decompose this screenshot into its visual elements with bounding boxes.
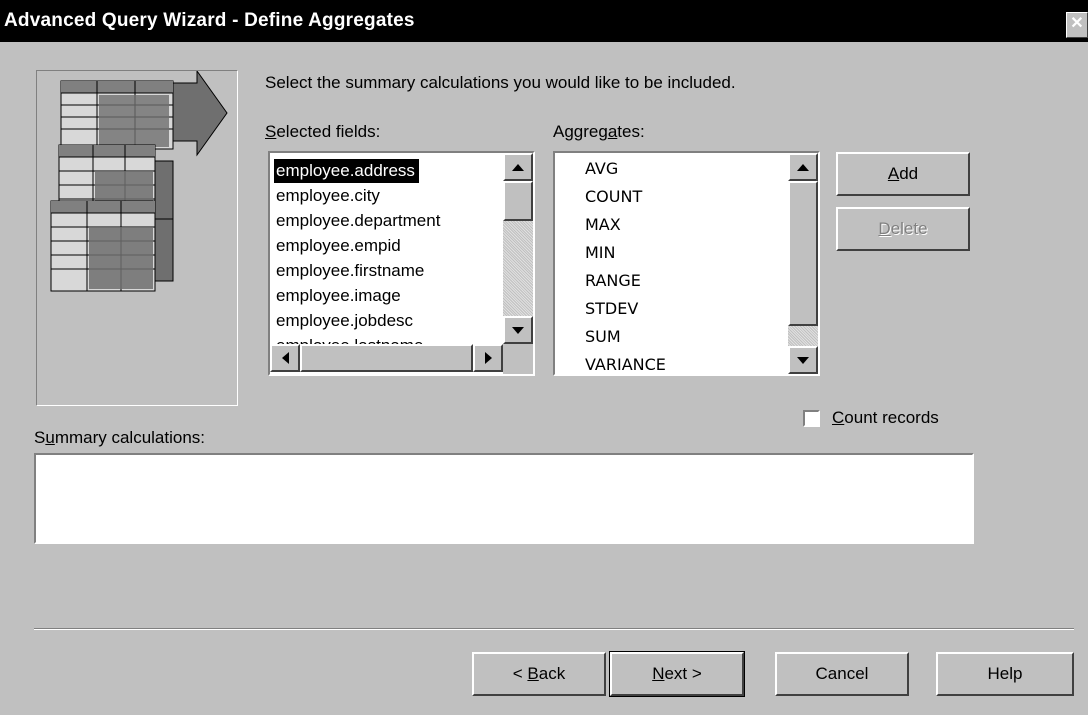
list-item[interactable]: employee.department [276,209,440,233]
list-item[interactable]: AVG [585,157,618,181]
arrow-down-icon [797,356,809,364]
title-bar: Advanced Query Wizard - Define Aggregate… [0,0,1088,42]
arrow-down-icon [512,326,524,334]
arrow-right-icon [484,352,492,364]
aggregates-label: Aggregates: [553,122,645,141]
separator [34,628,1074,630]
arrow-up-icon [512,163,524,171]
list-item[interactable]: RANGE [585,269,641,293]
count-records-label[interactable]: Count records [832,408,939,428]
list-item[interactable]: COUNT [585,185,642,209]
back-button[interactable]: < Back [472,652,606,696]
list-item[interactable]: employee.image [276,284,401,308]
list-item[interactable]: employee.jobdesc [276,309,413,333]
scroll-up-button[interactable] [503,153,533,181]
selected-fields-label: Selected fields: [265,122,381,141]
scroll-thumb[interactable] [503,181,533,221]
scroll-left-button[interactable] [270,344,300,372]
aggregates-listbox[interactable]: AVG COUNT MAX MIN RANGE STDEV SUM VARIAN… [553,151,820,376]
scroll-thumb[interactable] [788,181,818,326]
selected-fields-listbox[interactable]: employee.address employee.city employee.… [268,151,535,376]
list-item[interactable]: STDEV [585,297,638,321]
instruction-text: Select the summary calculations you woul… [265,73,736,92]
list-item[interactable]: employee.address [274,159,419,183]
horizontal-scroll-thumb[interactable] [300,344,473,372]
list-item[interactable]: employee.empid [276,234,401,258]
scroll-corner [503,344,533,374]
close-icon[interactable]: ✕ [1066,12,1088,38]
scroll-down-button[interactable] [503,316,533,344]
tables-graphic [50,69,228,292]
next-button[interactable]: Next > [609,651,745,697]
summary-calculations-field[interactable] [34,453,974,544]
list-item[interactable]: SUM [585,325,621,349]
wizard-illustration [36,69,238,406]
list-item[interactable]: MAX [585,213,621,237]
arrow-up-icon [797,163,809,171]
summary-calculations-label: Summary calculations: [34,428,206,447]
help-button[interactable]: Help [936,652,1074,696]
window-title: Advanced Query Wizard - Define Aggregate… [4,10,415,31]
list-item[interactable]: MIN [585,241,616,265]
list-item[interactable]: employee.firstname [276,259,424,283]
count-records-checkbox[interactable] [803,410,820,427]
scroll-down-button[interactable] [788,346,818,374]
list-item[interactable]: VARIANCE [585,353,666,374]
delete-button[interactable]: Delete [836,207,970,251]
cancel-button[interactable]: Cancel [775,652,909,696]
list-item[interactable]: employee.city [276,184,380,208]
add-button[interactable]: Add [836,152,970,196]
scroll-right-button[interactable] [473,344,503,372]
scroll-up-button[interactable] [788,153,818,181]
arrow-left-icon [281,352,289,364]
